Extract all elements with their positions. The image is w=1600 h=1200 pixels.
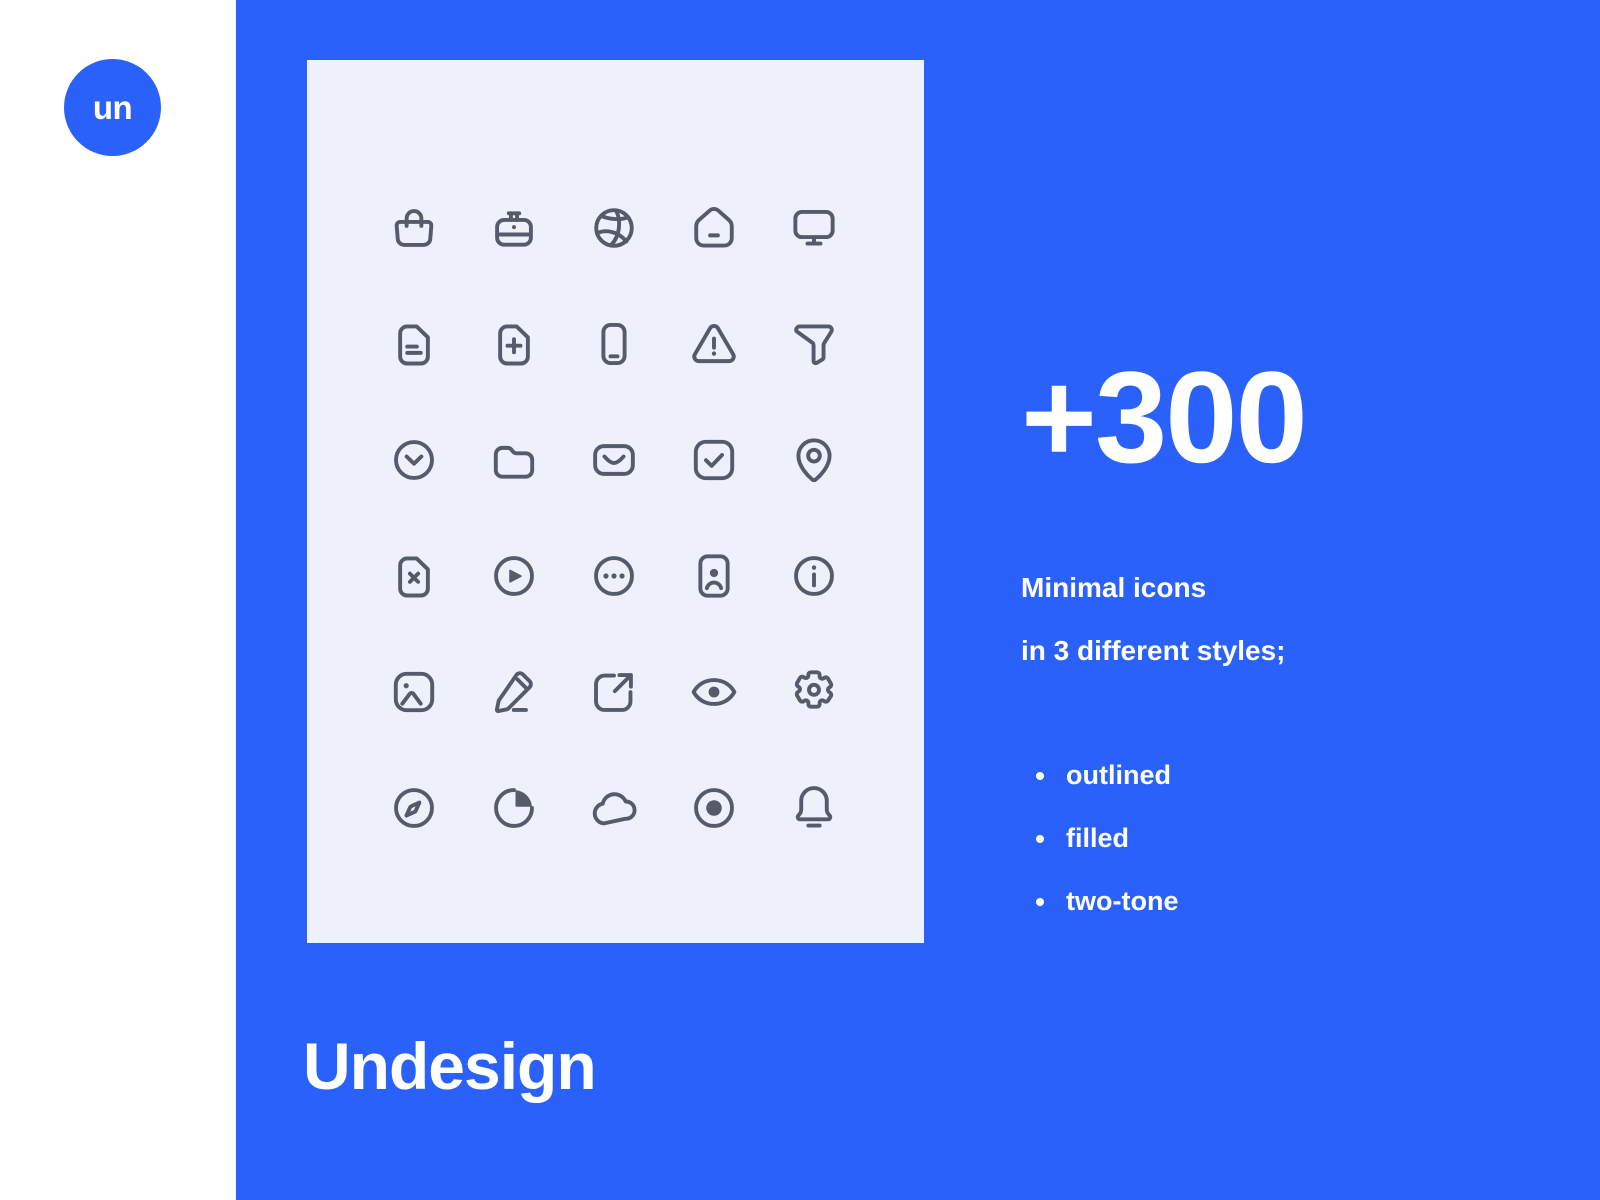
description-block: Minimal icons in 3 different styles; xyxy=(1021,556,1451,682)
cloud-icon[interactable] xyxy=(586,780,642,836)
styles-list: outlined filled two-tone xyxy=(1036,744,1178,933)
location-pin-icon[interactable] xyxy=(786,432,842,488)
filter-icon[interactable] xyxy=(786,316,842,372)
description-line-1: Minimal icons xyxy=(1021,572,1207,603)
left-rail: un xyxy=(0,0,236,1200)
icon-grid xyxy=(364,170,864,866)
alert-triangle-icon[interactable] xyxy=(686,316,742,372)
briefcase-icon[interactable] xyxy=(486,200,542,256)
brand-logo-badge[interactable]: un xyxy=(64,59,161,156)
slide-canvas: un +300 Minimal icons in 3 different sty… xyxy=(0,0,1600,1200)
home-icon[interactable] xyxy=(686,200,742,256)
bullet-dot-icon xyxy=(1036,897,1044,906)
file-text-icon[interactable] xyxy=(386,316,442,372)
brand-logo-text: un xyxy=(92,89,133,126)
style-label-outlined: outlined xyxy=(1066,760,1171,790)
folder-icon[interactable] xyxy=(486,432,542,488)
chevron-down-circle-icon[interactable] xyxy=(386,432,442,488)
list-item: two-tone xyxy=(1036,870,1178,933)
record-dot-circle-icon[interactable] xyxy=(686,780,742,836)
bullet-dot-icon xyxy=(1036,834,1044,843)
bell-notification-icon[interactable] xyxy=(786,780,842,836)
compass-icon[interactable] xyxy=(386,780,442,836)
checkbox-check-icon[interactable] xyxy=(686,432,742,488)
brand-title: Undesign xyxy=(303,1029,597,1103)
list-item: outlined xyxy=(1036,744,1178,807)
eye-icon[interactable] xyxy=(686,664,742,720)
style-label-two-tone: two-tone xyxy=(1066,886,1179,916)
mobile-phone-icon[interactable] xyxy=(586,316,642,372)
gear-settings-icon[interactable] xyxy=(786,664,842,720)
info-circle-icon[interactable] xyxy=(786,548,842,604)
external-link-icon[interactable] xyxy=(586,664,642,720)
play-circle-icon[interactable] xyxy=(486,548,542,604)
shopping-bag-icon[interactable] xyxy=(386,200,442,256)
image-icon[interactable] xyxy=(386,664,442,720)
list-item: filled xyxy=(1036,807,1178,870)
more-horizontal-circle-icon[interactable] xyxy=(586,548,642,604)
file-close-icon[interactable] xyxy=(386,548,442,604)
globe-icon[interactable] xyxy=(586,200,642,256)
envelope-icon[interactable] xyxy=(586,432,642,488)
style-label-filled: filled xyxy=(1066,823,1130,853)
icon-showcase-card xyxy=(307,60,924,943)
headline-count: +300 xyxy=(1021,344,1308,490)
pie-chart-icon[interactable] xyxy=(486,780,542,836)
pencil-edit-icon[interactable] xyxy=(486,664,542,720)
bullet-dot-icon xyxy=(1036,771,1044,780)
monitor-icon[interactable] xyxy=(786,200,842,256)
contact-card-icon[interactable] xyxy=(686,548,742,604)
description-line-2: in 3 different styles; xyxy=(1021,635,1286,666)
file-add-icon[interactable] xyxy=(486,316,542,372)
